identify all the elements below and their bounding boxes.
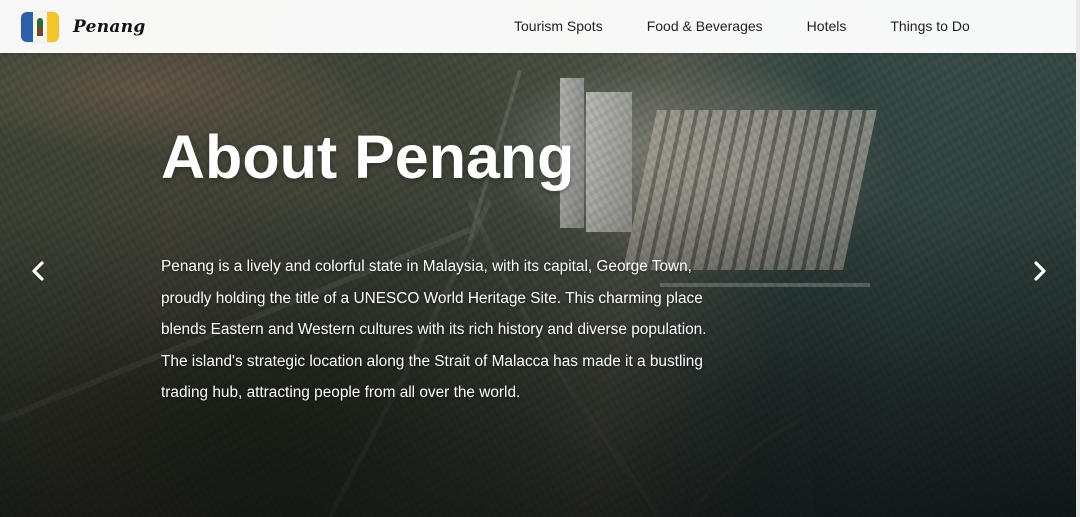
nav-link-tourism-spots[interactable]: Tourism Spots [514, 18, 603, 34]
nav-links: Tourism Spots Food & Beverages Hotels Th… [514, 0, 1014, 53]
chevron-left-icon [32, 261, 44, 281]
scrollbar-edge [1076, 0, 1080, 517]
brand-name: Penang [73, 16, 146, 37]
page: Penang Tourism Spots Food & Beverages Ho… [0, 0, 1080, 517]
nav-link-food-beverages[interactable]: Food & Beverages [647, 18, 763, 34]
hero-description: Penang is a lively and colorful state in… [161, 258, 707, 401]
hero-title: About Penang [161, 123, 575, 191]
carousel-prev-button[interactable] [22, 254, 56, 288]
top-navbar: Penang Tourism Spots Food & Beverages Ho… [0, 0, 1076, 53]
penang-flag-logo-icon [21, 11, 59, 42]
brand-home-link[interactable]: Penang [21, 0, 146, 53]
nav-link-hotels[interactable]: Hotels [807, 18, 847, 34]
chevron-right-icon [1034, 261, 1046, 281]
carousel-next-button[interactable] [1022, 254, 1056, 288]
nav-link-things-to-do[interactable]: Things to Do [890, 18, 969, 34]
